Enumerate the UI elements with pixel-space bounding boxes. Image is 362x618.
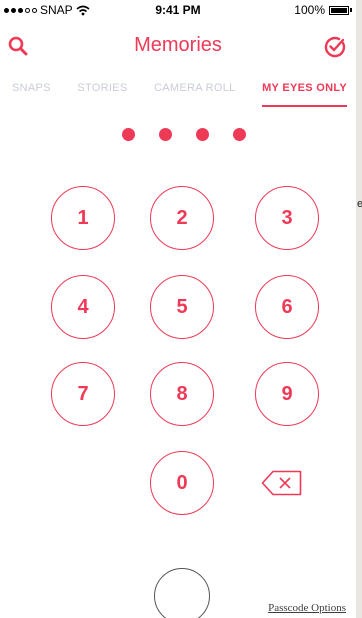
background-text: e bbox=[357, 198, 362, 210]
keypad-key-5[interactable]: 5 bbox=[150, 275, 214, 339]
tab-my-eyes-only[interactable]: MY EYES ONLY bbox=[262, 82, 347, 107]
passcode-dot bbox=[122, 128, 135, 141]
keypad-key-3[interactable]: 3 bbox=[255, 186, 319, 250]
tab-camera-roll[interactable]: CAMERA ROLL bbox=[154, 82, 236, 102]
keypad-key-8[interactable]: 8 bbox=[150, 362, 214, 426]
passcode-options-link[interactable]: Passcode Options bbox=[268, 602, 346, 614]
battery-percent: 100% bbox=[294, 3, 325, 17]
passcode-dot bbox=[233, 128, 246, 141]
battery-group: 100% bbox=[294, 3, 352, 17]
passcode-dots bbox=[0, 128, 356, 142]
passcode-dot bbox=[196, 128, 209, 141]
memories-tabs: SNAPS STORIES CAMERA ROLL MY EYES ONLY bbox=[0, 82, 356, 107]
keypad-key-0[interactable]: 0 bbox=[150, 451, 214, 515]
header: Memories bbox=[0, 30, 356, 66]
keypad-key-4[interactable]: 4 bbox=[51, 275, 115, 339]
select-check-icon[interactable] bbox=[324, 36, 346, 63]
keypad-key-6[interactable]: 6 bbox=[255, 275, 319, 339]
keypad-key-7[interactable]: 7 bbox=[51, 362, 115, 426]
keypad-key-2[interactable]: 2 bbox=[150, 186, 214, 250]
tab-stories[interactable]: STORIES bbox=[77, 82, 127, 102]
keypad-key-1[interactable]: 1 bbox=[51, 186, 115, 250]
tab-snaps[interactable]: SNAPS bbox=[12, 82, 51, 102]
keypad-key-9[interactable]: 9 bbox=[255, 362, 319, 426]
battery-icon bbox=[329, 5, 349, 15]
phone-screen: SNAP 9:41 PM 100% Memories SNAPS STORIES… bbox=[0, 0, 356, 618]
status-bar: SNAP 9:41 PM 100% bbox=[0, 0, 356, 20]
page-title: Memories bbox=[134, 34, 222, 56]
backspace-icon[interactable] bbox=[261, 470, 303, 501]
passcode-dot bbox=[159, 128, 172, 141]
home-button[interactable] bbox=[154, 568, 210, 618]
